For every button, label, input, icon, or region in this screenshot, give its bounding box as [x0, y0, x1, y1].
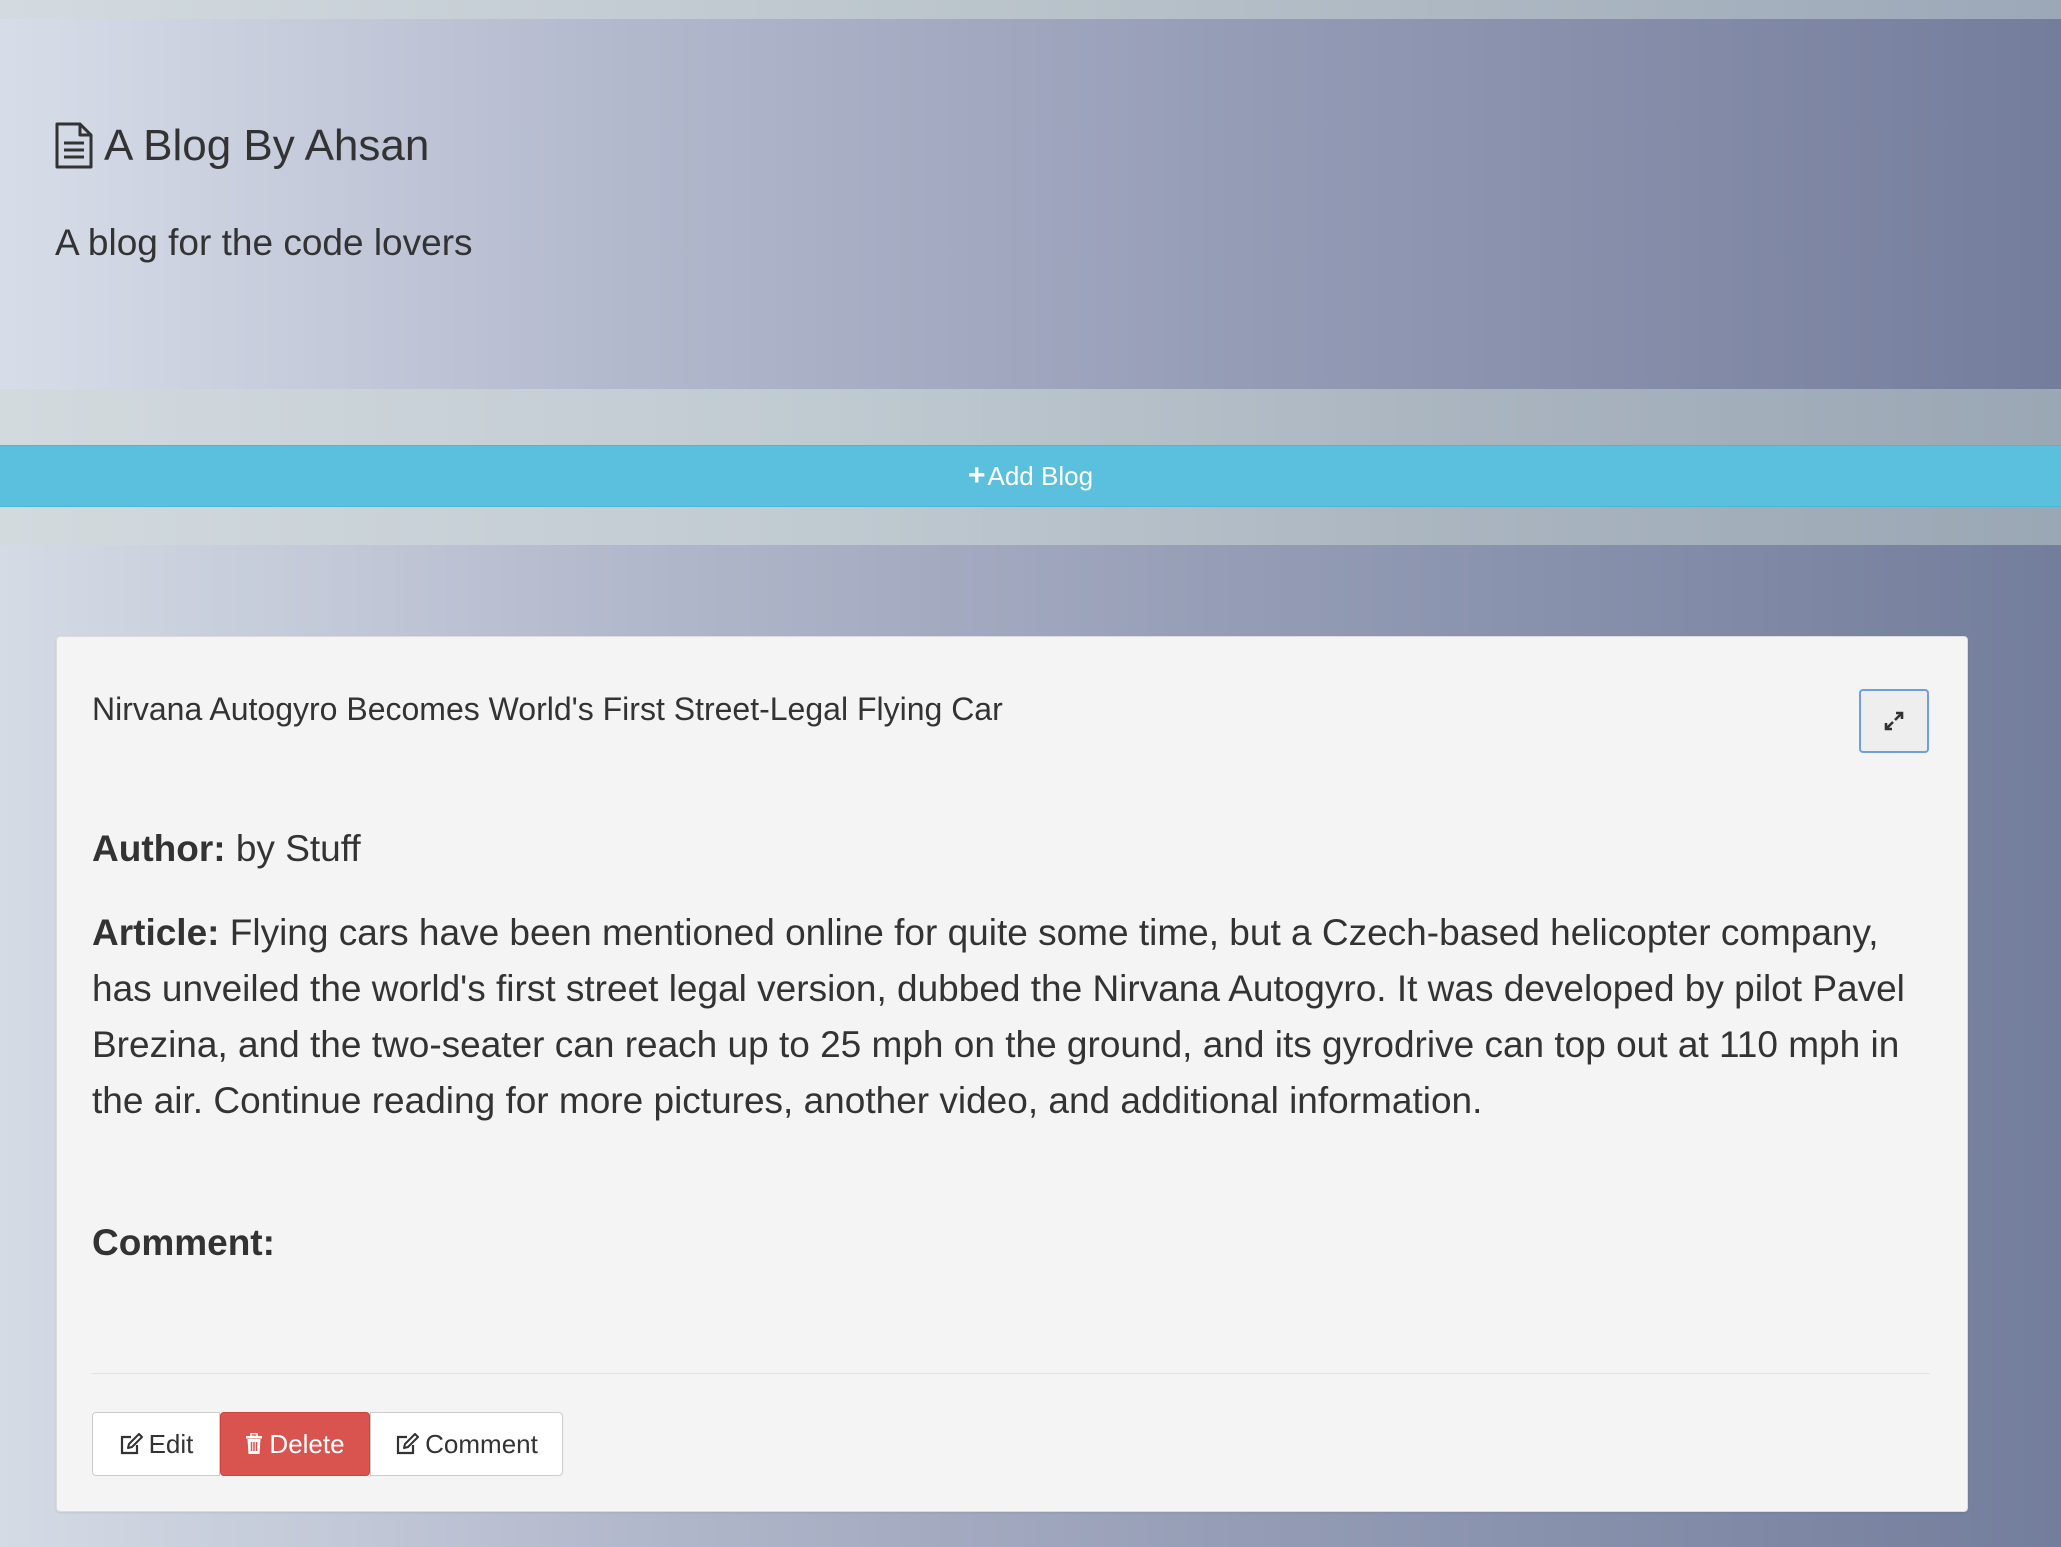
author-value: by Stuff: [235, 828, 361, 869]
edit-button[interactable]: Edit: [92, 1412, 220, 1476]
comment-label: Comment:: [92, 1222, 275, 1263]
post-author: Author: by Stuff: [92, 821, 361, 877]
post-article: Article: Flying cars have been mentioned…: [92, 905, 1912, 1129]
post-comment: Comment:: [92, 1215, 275, 1271]
top-strip: [0, 0, 2061, 19]
expand-button[interactable]: [1859, 689, 1929, 753]
file-text-icon: [55, 122, 93, 169]
site-subtitle: A blog for the code lovers: [55, 222, 473, 263]
edit-icon: [119, 1433, 143, 1455]
site-title-row: A Blog By Ahsan: [54, 122, 429, 169]
post-actions: Edit Delete Comment: [92, 1412, 563, 1476]
article-label: Article:: [92, 912, 220, 953]
comment-button[interactable]: Comment: [370, 1412, 563, 1476]
article-text: Flying cars have been mentioned online f…: [92, 912, 1905, 1121]
add-blog-button[interactable]: + Add Blog: [0, 445, 2061, 507]
blog-post-panel: Nirvana Autogyro Becomes World's First S…: [56, 636, 1968, 1512]
delete-button[interactable]: Delete: [220, 1412, 370, 1476]
page-header: [0, 19, 2061, 389]
plus-icon: +: [967, 459, 986, 492]
expand-icon: [1884, 711, 1904, 731]
delete-label: Delete: [269, 1428, 345, 1459]
post-title: Nirvana Autogyro Becomes World's First S…: [92, 691, 1003, 727]
author-label: Author:: [92, 828, 226, 869]
site-title: A Blog By Ahsan: [104, 120, 430, 170]
add-blog-label: Add Blog: [987, 460, 1094, 491]
comment-button-label: Comment: [425, 1428, 538, 1459]
edit-icon: [395, 1433, 420, 1455]
edit-label: Edit: [148, 1428, 194, 1459]
panel-divider: [92, 1373, 1930, 1374]
trash-icon: [245, 1433, 263, 1455]
